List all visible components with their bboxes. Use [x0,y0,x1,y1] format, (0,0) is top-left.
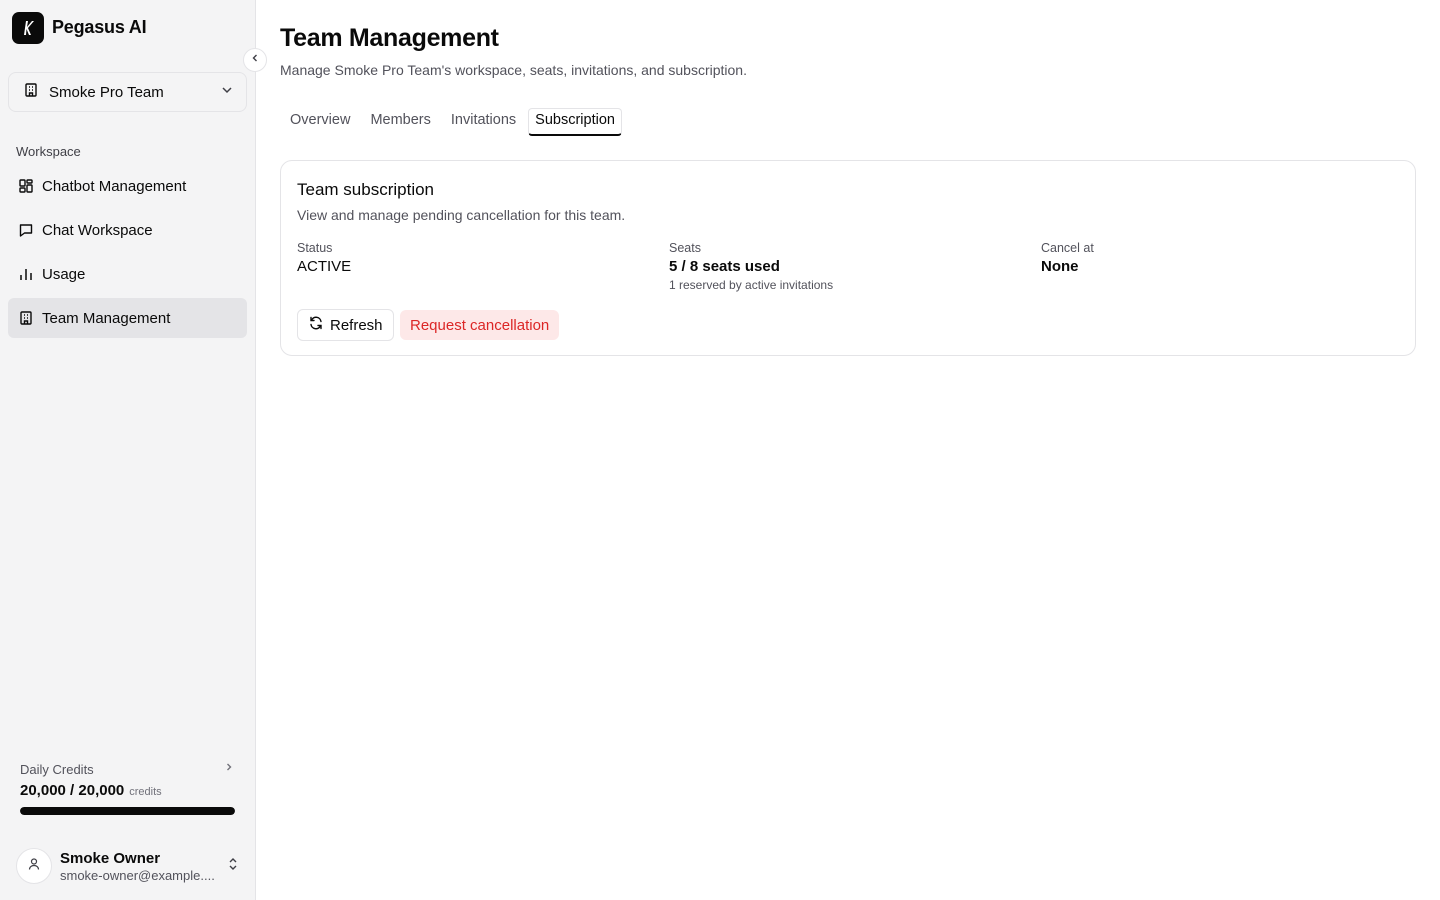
sidebar-nav: Chatbot Management Chat Workspace Usage [8,166,247,342]
status-field: Status ACTIVE [297,241,351,275]
sidebar-item-label: Usage [42,265,86,283]
page-title: Team Management [280,24,499,52]
message-square-icon [18,222,34,238]
request-cancellation-button[interactable]: Request cancellation [400,310,560,340]
tab-overview[interactable]: Overview [280,108,360,136]
chevrons-up-down-icon [226,856,240,877]
user-menu[interactable]: Smoke Owner smoke-owner@example.... [16,846,240,886]
cancel-at-value: None [1041,258,1079,275]
pegasus-logo-icon [12,11,44,44]
user-name: Smoke Owner [60,849,161,867]
tab-subscription[interactable]: Subscription [528,108,622,136]
chevron-left-icon [249,51,261,69]
sidebar: Pegasus AI Smoke Pro Team Workspace Chat… [0,0,256,900]
status-value: ACTIVE [297,258,352,275]
sidebar-item-chatbot-management[interactable]: Chatbot Management [8,166,247,206]
user-icon [27,857,41,876]
tabs: Overview Members Invitations Subscriptio… [280,108,622,136]
sidebar-item-label: Chatbot Management [42,177,187,195]
avatar [16,848,52,884]
tab-invitations[interactable]: Invitations [441,108,526,136]
sidebar-section-label: Workspace [16,144,81,159]
credits-progress-fill [20,807,235,815]
credits-value: 20,000 / 20,000 [20,782,125,799]
bar-chart-icon [18,266,34,282]
seats-note: 1 reserved by active invitations [669,278,834,292]
chevron-down-icon [220,83,234,102]
brand[interactable]: Pegasus AI [12,11,147,44]
cancel-at-label: Cancel at [1041,241,1094,255]
seats-label: Seats [669,241,701,255]
app-name: Pegasus AI [52,17,147,37]
chevron-right-icon [223,760,235,778]
refresh-icon [308,315,324,335]
page-subtitle: Manage Smoke Pro Team's workspace, seats… [280,62,747,78]
sidebar-item-label: Chat Workspace [42,221,153,239]
team-selector-label: Smoke Pro Team [49,83,164,101]
subscription-card: Team subscription View and manage pendin… [280,160,1416,356]
tab-members[interactable]: Members [360,108,440,136]
seats-value: 5 / 8 seats used [669,258,780,275]
sidebar-item-chat-workspace[interactable]: Chat Workspace [8,210,247,250]
collapse-sidebar-button[interactable] [243,48,267,72]
credits-unit: credits [129,786,162,798]
credits-progress-bar [20,807,235,815]
daily-credits[interactable]: Daily Credits 20,000 / 20,000 credits [20,760,235,815]
sidebar-item-label: Team Management [42,309,171,327]
status-label: Status [297,241,333,255]
credits-title: Daily Credits [20,761,94,777]
building-icon [18,310,34,326]
sidebar-item-team-management[interactable]: Team Management [8,298,247,338]
layout-dashboard-icon [18,178,34,194]
sidebar-item-usage[interactable]: Usage [8,254,247,294]
cancel-at-field: Cancel at None [1041,241,1094,275]
building-icon [23,82,39,103]
team-selector[interactable]: Smoke Pro Team [8,72,247,112]
main-content: Team Management Manage Smoke Pro Team's … [256,0,1440,900]
refresh-button-label: Refresh [330,316,383,334]
card-description: View and manage pending cancellation for… [297,207,626,223]
seats-field: Seats 5 / 8 seats used 1 reserved by act… [669,241,833,292]
refresh-button[interactable]: Refresh [297,309,394,341]
user-email: smoke-owner@example.... [60,867,215,883]
card-title: Team subscription [297,180,435,199]
